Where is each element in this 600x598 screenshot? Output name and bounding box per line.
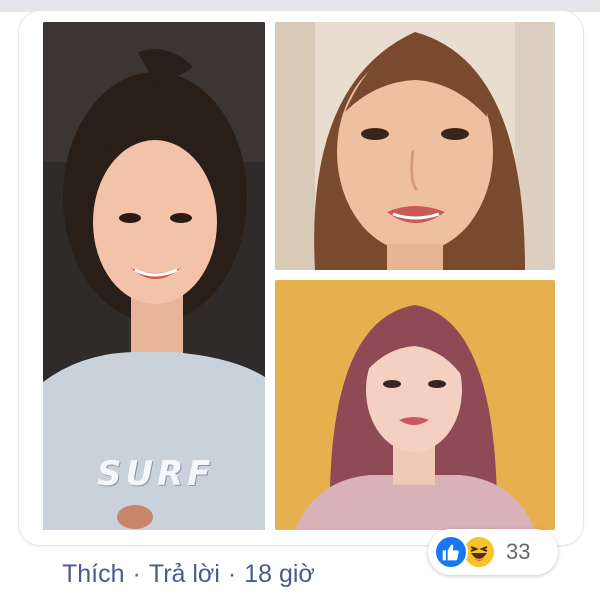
comment-photo-top-right[interactable]: [275, 22, 555, 270]
shirt-print-text: SURF: [97, 454, 215, 494]
action-separator: ·: [132, 559, 141, 588]
comment-timestamp[interactable]: 18 giờ: [244, 560, 315, 589]
like-icon: [434, 535, 468, 569]
portrait-photo-3: [275, 280, 555, 530]
reply-link[interactable]: Trả lời: [149, 560, 220, 589]
comment-actions: Thích · Trả lời · 18 giờ: [62, 556, 315, 592]
portrait-photo-2: [275, 22, 555, 270]
reactions-summary[interactable]: 33: [428, 529, 558, 575]
reaction-count: 33: [506, 539, 531, 564]
action-separator: ·: [227, 559, 237, 588]
like-link[interactable]: Thích: [62, 560, 125, 589]
comment-photo-left[interactable]: SURF: [43, 22, 265, 530]
comment-photo-bottom-right[interactable]: [275, 280, 555, 530]
